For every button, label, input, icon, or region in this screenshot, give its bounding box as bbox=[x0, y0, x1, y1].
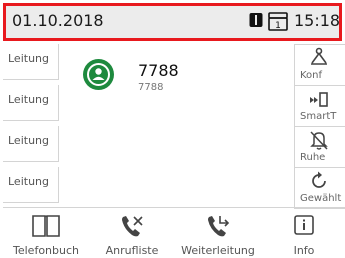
status-bar: 01.10.2018 1 15:18 bbox=[3, 3, 342, 41]
do-not-disturb-icon bbox=[310, 131, 328, 150]
soft-key-label: Ruhe bbox=[300, 152, 326, 163]
call-list-icon bbox=[122, 216, 143, 237]
info-icon bbox=[294, 215, 314, 235]
soft-key-label: Gewählt bbox=[300, 193, 342, 204]
call-forward-icon bbox=[208, 216, 230, 237]
soft-key-konf[interactable]: Konf bbox=[294, 44, 345, 86]
line-key-label: Leitung bbox=[8, 93, 49, 106]
line-key-label: Leitung bbox=[8, 52, 49, 65]
phonebook-icon bbox=[32, 215, 60, 237]
contact-avatar-icon bbox=[83, 59, 114, 90]
call-list-label: Anrufliste bbox=[105, 244, 159, 257]
line-key-3[interactable]: Leitung bbox=[3, 126, 59, 162]
line-key-1[interactable]: Leitung bbox=[3, 44, 59, 80]
info-button[interactable]: Info bbox=[261, 208, 345, 258]
soft-key-smartt[interactable]: SmartT bbox=[294, 86, 345, 127]
line-key-label: Leitung bbox=[8, 134, 49, 147]
call-list-button[interactable]: Anrufliste bbox=[89, 208, 175, 258]
status-right-group: 1 15:18 bbox=[247, 6, 339, 38]
soft-key-label: Konf bbox=[300, 70, 323, 81]
line-one-icon: 1 bbox=[268, 12, 288, 31]
line-key-2[interactable]: Leitung bbox=[3, 85, 59, 121]
status-date: 01.10.2018 bbox=[12, 11, 104, 30]
phonebook-label: Telefonbuch bbox=[13, 244, 79, 257]
call-forward-label: Weiterleitung bbox=[181, 244, 255, 257]
smart-transfer-icon bbox=[310, 92, 328, 107]
conference-icon bbox=[311, 47, 327, 65]
info-label: Info bbox=[293, 244, 315, 257]
bottom-function-bar: Telefonbuch Anrufliste Weiterleitung Inf… bbox=[3, 207, 345, 257]
redial-icon bbox=[312, 171, 326, 188]
soft-key-gewaehlt[interactable]: Gewählt bbox=[294, 168, 345, 209]
line-key-label: Leitung bbox=[8, 175, 49, 188]
soft-key-label: SmartT bbox=[300, 111, 337, 122]
soft-key-ruhe[interactable]: Ruhe bbox=[294, 127, 345, 168]
headset-icon bbox=[249, 13, 263, 27]
call-name: 7788 bbox=[138, 61, 179, 80]
svg-text:1: 1 bbox=[275, 21, 281, 31]
phonebook-button[interactable]: Telefonbuch bbox=[3, 208, 89, 258]
status-time: 15:18 bbox=[294, 11, 339, 30]
call-forward-button[interactable]: Weiterleitung bbox=[175, 208, 261, 258]
call-number: 7788 bbox=[138, 82, 164, 93]
line-key-4[interactable]: Leitung bbox=[3, 167, 59, 203]
active-call-area[interactable]: 7788 7788 bbox=[60, 44, 292, 206]
